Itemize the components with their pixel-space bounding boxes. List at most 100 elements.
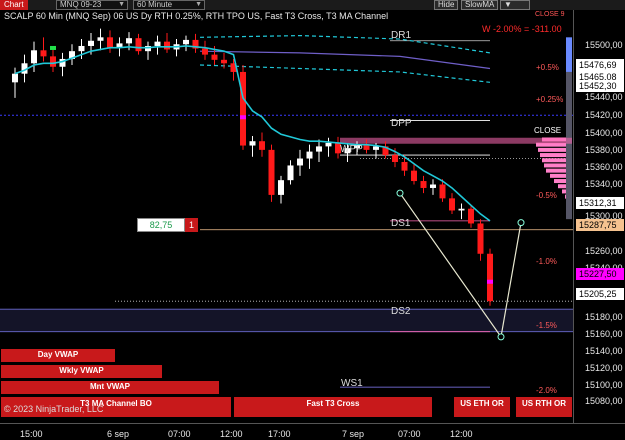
time-tick: 6 sep xyxy=(107,429,130,439)
level-label-wpp: WPP xyxy=(340,144,363,155)
price-badge: 15227,50 xyxy=(576,268,624,280)
price-badge: 15476,69 xyxy=(576,59,624,71)
candle-body xyxy=(430,184,436,188)
candle-body xyxy=(126,38,132,44)
price-tick: 15380,00 xyxy=(585,145,623,155)
candle-body xyxy=(249,141,256,146)
time-tick: 12:00 xyxy=(220,429,243,439)
chevron-down-icon: ▼ xyxy=(118,1,125,8)
chevron-down-icon: ▼ xyxy=(504,0,512,9)
level-label-ws1: WS1 xyxy=(341,378,363,389)
candle-body xyxy=(107,37,113,48)
candle-body xyxy=(325,142,332,147)
candle-body xyxy=(135,38,142,52)
time-tick: 7 sep xyxy=(342,429,365,439)
candle-body xyxy=(439,184,446,199)
channel-band-0 xyxy=(199,34,491,54)
candle-body xyxy=(31,50,37,64)
candle-body xyxy=(458,208,465,211)
indicator-value-box: 82,75 xyxy=(137,218,185,232)
candle-body xyxy=(50,56,56,67)
price-badge: 15312,31 xyxy=(576,197,624,209)
chart-title: SCALP 60 Min (MNQ Sep) 06 US Dy RTH 0.25… xyxy=(4,11,389,21)
price-tick: 15120,00 xyxy=(585,363,623,373)
price-tick: 15360,00 xyxy=(585,162,623,172)
fast-t3-cross-button[interactable]: Fast T3 Cross xyxy=(234,397,432,417)
candle-body xyxy=(268,149,275,195)
candle-body xyxy=(297,158,303,166)
candle-body xyxy=(487,253,493,302)
level-label-dpp: DPP xyxy=(391,118,412,129)
price-tick: 15160,00 xyxy=(585,329,623,339)
price-tick: 15440,00 xyxy=(585,92,623,102)
candle-body xyxy=(88,40,94,46)
vwap-line xyxy=(14,45,491,222)
time-axis[interactable] xyxy=(0,423,625,440)
time-tick: 07:00 xyxy=(168,429,191,439)
time-tick: 12:00 xyxy=(450,429,473,439)
hide-button[interactable]: Hide xyxy=(434,0,459,10)
indicator-selector[interactable]: SlowMA xyxy=(461,0,499,10)
price-tick: 15080,00 xyxy=(585,396,623,406)
pnl-readout: W -2.00% = -311.00 xyxy=(482,24,562,34)
candle-body xyxy=(306,151,313,159)
price-tick: 15140,00 xyxy=(585,346,623,356)
close-label: CLOSE xyxy=(534,126,562,135)
candle-body xyxy=(468,208,474,224)
poc-band xyxy=(340,137,572,144)
time-tick: 07:00 xyxy=(398,429,421,439)
candle-body xyxy=(240,71,246,146)
pct-label: -0.5% xyxy=(536,191,557,200)
pct-label: +0.5% xyxy=(536,63,559,72)
level-label-ds2: DS2 xyxy=(391,306,411,317)
pct-label: -1.5% xyxy=(536,321,557,330)
candle-body xyxy=(316,146,322,152)
time-tick: 15:00 xyxy=(20,429,43,439)
pattern-anchor xyxy=(517,219,525,227)
chart-tab[interactable]: Chart xyxy=(0,0,28,10)
candle-body xyxy=(78,45,85,52)
candle-body xyxy=(154,41,161,46)
candle-body xyxy=(401,161,408,171)
mnt-vwap-button[interactable]: Mnt VWAP xyxy=(1,381,219,394)
candle-body xyxy=(259,141,265,150)
price-tick: 15500,00 xyxy=(585,40,623,50)
candle-body xyxy=(12,73,18,83)
candle-body xyxy=(221,59,227,64)
price-tick: 15340,00 xyxy=(585,179,623,189)
candle-body xyxy=(97,37,104,41)
candle-body xyxy=(392,155,398,162)
us-eth-or-button[interactable]: US ETH OR xyxy=(454,397,510,417)
day-vwap-button[interactable]: Day VWAP xyxy=(1,349,115,362)
interval-value: 60 Minute xyxy=(137,0,173,9)
toolbar-dropdown[interactable]: ▼ xyxy=(500,0,530,10)
price-tick: 15180,00 xyxy=(585,312,623,322)
indicator-count-badge: 1 xyxy=(185,218,198,232)
candle-body xyxy=(373,146,379,150)
chevron-down-icon: ▼ xyxy=(195,1,202,8)
time-tick: 17:00 xyxy=(268,429,291,439)
chart-toolbar: Chart MNQ 09-23 ▼ 60 Minute ▼ Hide SlowM… xyxy=(0,0,625,10)
wkly-vwap-button[interactable]: Wkly VWAP xyxy=(1,365,162,378)
price-tick: 15100,00 xyxy=(585,380,623,390)
pct-label: -2.0% xyxy=(536,386,557,395)
candle-body xyxy=(411,170,417,182)
instrument-value: MNQ 09-23 xyxy=(60,0,102,9)
copyright-text: © 2023 NinjaTrader, LLC xyxy=(4,404,104,414)
ws-zone xyxy=(0,309,573,332)
price-badge: 15205,25 xyxy=(576,288,624,300)
level-label-ds1: DS1 xyxy=(391,218,411,229)
pattern-anchor xyxy=(497,333,505,341)
pct-label: +0.25% xyxy=(536,95,564,104)
candle-body xyxy=(287,165,294,181)
candle-body xyxy=(278,180,284,195)
instrument-selector[interactable]: MNQ 09-23 ▼ xyxy=(56,0,128,10)
price-badge: 15452,30 xyxy=(576,80,624,92)
candle-body xyxy=(449,198,455,211)
price-tick: 15400,00 xyxy=(585,128,623,138)
pct-label: -1.0% xyxy=(536,257,557,266)
candle-body xyxy=(477,223,484,254)
candle-body xyxy=(40,50,47,57)
us-rth-or-button[interactable]: US RTH OR xyxy=(516,397,572,417)
interval-selector[interactable]: 60 Minute ▼ xyxy=(133,0,205,10)
